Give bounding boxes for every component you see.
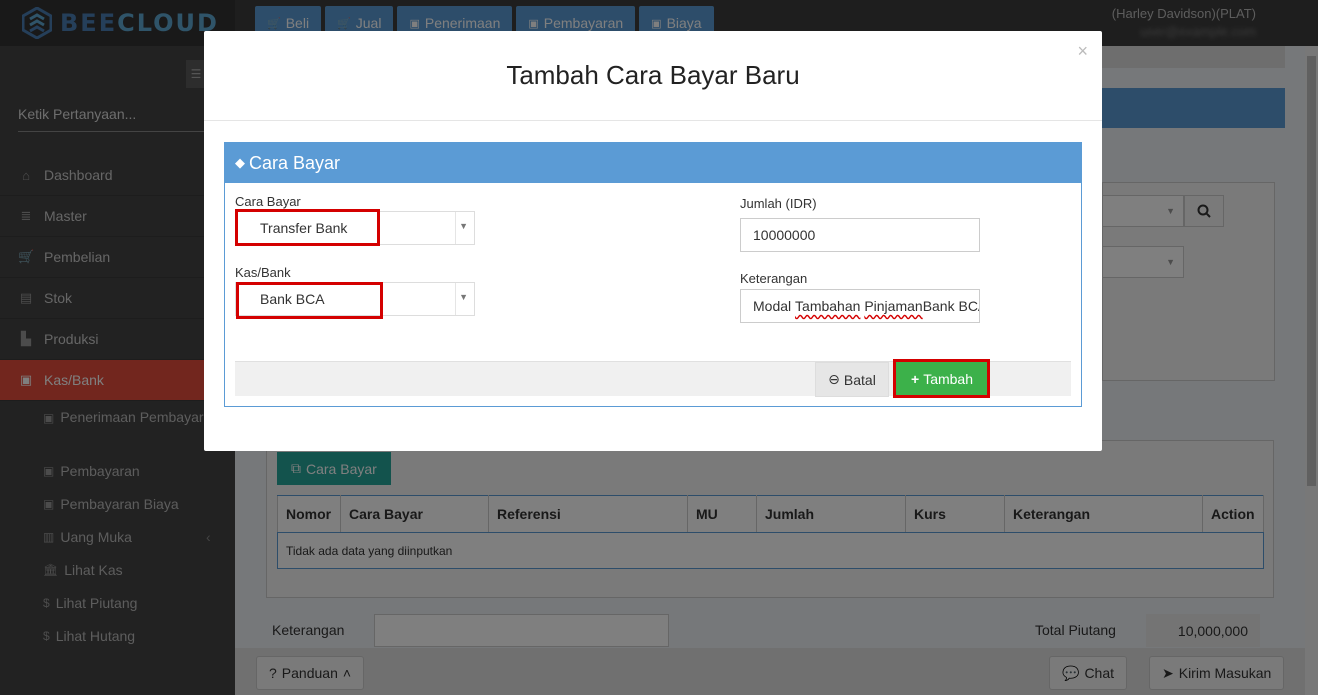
- card-header: ◆ Cara Bayar: [225, 143, 1081, 183]
- kas-bank-select[interactable]: Bank BCA ▼: [235, 282, 475, 316]
- batal-button[interactable]: ⊖ Batal: [815, 362, 889, 397]
- kas-bank-label: Kas/Bank: [235, 265, 291, 280]
- caret-down-icon: ▼: [459, 221, 468, 231]
- keterangan-modal-label: Keterangan: [740, 271, 808, 286]
- cara-bayar-card: ◆ Cara Bayar Cara Bayar Transfer Bank ▼ K…: [224, 142, 1082, 407]
- jumlah-input[interactable]: 10000000: [740, 218, 980, 252]
- add-payment-method-modal: × Tambah Cara Bayar Baru ◆ Cara Bayar Car…: [204, 31, 1102, 451]
- modal-actions: ⊖ Batal + Tambah: [235, 359, 1071, 398]
- cara-bayar-select[interactable]: Transfer Bank ▼: [235, 211, 475, 245]
- keterangan-modal-input[interactable]: Modal Tambahan Pinjaman Bank BCA: [740, 289, 980, 323]
- caret-down-icon: ▼: [459, 292, 468, 302]
- tag-icon: ◆: [235, 155, 245, 170]
- cara-bayar-label: Cara Bayar: [235, 194, 301, 209]
- arrow-left-circle-icon: ⊖: [828, 371, 840, 387]
- highlight-box: [893, 359, 990, 398]
- modal-title: Tambah Cara Bayar Baru: [204, 31, 1102, 121]
- jumlah-label: Jumlah (IDR): [740, 196, 817, 211]
